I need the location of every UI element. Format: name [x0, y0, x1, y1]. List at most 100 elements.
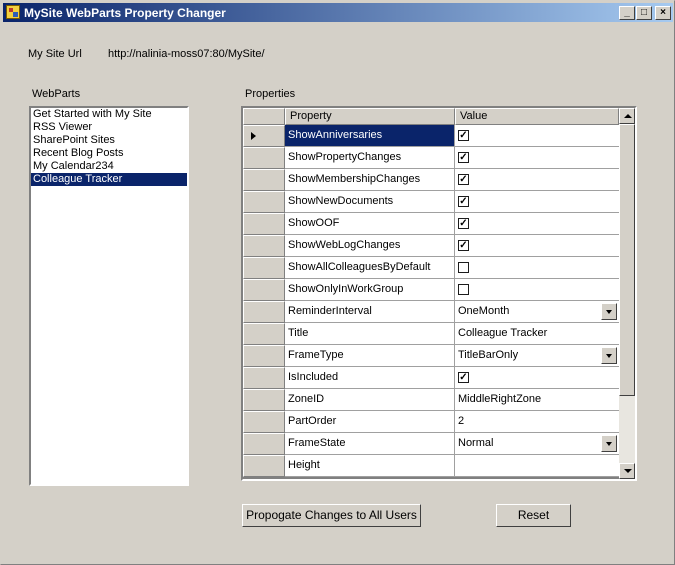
propagate-changes-button[interactable]: Propogate Changes to All Users [242, 504, 421, 527]
grid-row[interactable]: ShowPropertyChanges ✓ [243, 147, 619, 169]
row-header[interactable] [243, 433, 285, 455]
grid-row[interactable]: PartOrder 2 [243, 411, 619, 433]
grid-row[interactable]: FrameState Normal [243, 433, 619, 455]
property-name-cell[interactable]: ShowOOF [285, 213, 455, 235]
main-window: MySite WebParts Property Changer _ □ × M… [0, 0, 675, 565]
dropdown-arrow-icon[interactable] [601, 435, 617, 452]
value-checkbox[interactable]: ✓ [458, 218, 469, 229]
webpart-list-item[interactable]: My Calendar234 [31, 160, 187, 173]
property-value-checkbox-cell[interactable]: ✓ [455, 125, 619, 147]
property-value-text-cell[interactable]: 2 [455, 411, 619, 433]
value-checkbox[interactable]: ✓ [458, 130, 469, 141]
value-checkbox[interactable]: ✓ [458, 152, 469, 163]
grid-row[interactable]: ShowMembershipChanges ✓ [243, 169, 619, 191]
property-name-cell[interactable]: ShowMembershipChanges [285, 169, 455, 191]
property-value-dropdown-cell[interactable]: TitleBarOnly [455, 345, 619, 367]
scroll-up-button[interactable] [619, 108, 635, 124]
row-header[interactable] [243, 345, 285, 367]
properties-grid[interactable]: Property Value ShowAnniversaries ✓ ShowPro… [241, 106, 637, 481]
column-header-property[interactable]: Property [285, 108, 455, 125]
property-value-checkbox-cell[interactable]: ✓ [455, 235, 619, 257]
property-name-cell[interactable]: ReminderInterval [285, 301, 455, 323]
property-value-dropdown-cell[interactable]: Normal [455, 433, 619, 455]
scroll-thumb[interactable] [619, 124, 635, 396]
webparts-listbox[interactable]: Get Started with My Site RSS Viewer ShareP… [29, 106, 189, 486]
scroll-down-button[interactable] [619, 463, 635, 479]
row-header[interactable] [243, 125, 285, 147]
value-checkbox[interactable]: ✓ [458, 240, 469, 251]
grid-row[interactable]: IsIncluded ✓ [243, 367, 619, 389]
value-checkbox[interactable]: ✓ [458, 196, 469, 207]
value-checkbox[interactable]: ✓ [458, 174, 469, 185]
grid-row[interactable]: ZoneID MiddleRightZone [243, 389, 619, 411]
property-value-checkbox-cell[interactable]: ✓ [455, 169, 619, 191]
close-button[interactable]: × [655, 6, 671, 20]
row-header[interactable] [243, 147, 285, 169]
reset-button[interactable]: Reset [496, 504, 571, 527]
property-name-cell[interactable]: Title [285, 323, 455, 345]
property-name-cell[interactable]: ShowWebLogChanges [285, 235, 455, 257]
property-name-cell[interactable]: ShowAllColleaguesByDefault [285, 257, 455, 279]
webpart-list-item[interactable]: Colleague Tracker [31, 173, 187, 186]
grid-row[interactable]: ShowNewDocuments ✓ [243, 191, 619, 213]
property-name-cell[interactable]: FrameType [285, 345, 455, 367]
property-name-cell[interactable]: ZoneID [285, 389, 455, 411]
grid-row[interactable]: ShowWebLogChanges ✓ [243, 235, 619, 257]
minimize-button[interactable]: _ [619, 6, 635, 20]
row-header[interactable] [243, 389, 285, 411]
property-value-checkbox-cell[interactable]: ✓ [455, 367, 619, 389]
mysite-url-label: My Site Url [28, 48, 82, 60]
row-header[interactable] [243, 235, 285, 257]
property-value-checkbox-cell[interactable]: ✓ [455, 147, 619, 169]
grid-row[interactable]: ShowOnlyInWorkGroup [243, 279, 619, 301]
row-header[interactable] [243, 323, 285, 345]
grid-row[interactable]: ShowOOF ✓ [243, 213, 619, 235]
row-header[interactable] [243, 301, 285, 323]
property-name-cell[interactable]: ShowOnlyInWorkGroup [285, 279, 455, 301]
grid-vertical-scrollbar[interactable] [619, 108, 635, 479]
row-header[interactable] [243, 279, 285, 301]
property-value-text-cell[interactable]: Colleague Tracker [455, 323, 619, 345]
property-name-cell[interactable]: IsIncluded [285, 367, 455, 389]
grid-row[interactable]: ShowAllColleaguesByDefault [243, 257, 619, 279]
title-bar[interactable]: MySite WebParts Property Changer _ □ × [3, 3, 673, 22]
app-icon[interactable] [6, 5, 20, 19]
property-value-checkbox-cell[interactable]: ✓ [455, 213, 619, 235]
row-header[interactable] [243, 213, 285, 235]
property-value-checkbox-cell[interactable]: ✓ [455, 191, 619, 213]
property-value-text-cell[interactable] [455, 455, 619, 477]
property-value-checkbox-cell[interactable] [455, 257, 619, 279]
property-value-dropdown-cell[interactable]: OneMonth [455, 301, 619, 323]
webpart-list-item[interactable]: SharePoint Sites [31, 134, 187, 147]
webpart-list-item[interactable]: Get Started with My Site [31, 108, 187, 121]
row-header[interactable] [243, 455, 285, 477]
property-name-cell[interactable]: ShowAnniversaries [285, 125, 455, 147]
row-header[interactable] [243, 367, 285, 389]
property-name-cell[interactable]: ShowPropertyChanges [285, 147, 455, 169]
dropdown-arrow-icon[interactable] [601, 303, 617, 320]
grid-row[interactable]: Title Colleague Tracker [243, 323, 619, 345]
grid-row[interactable]: FrameType TitleBarOnly [243, 345, 619, 367]
property-value-checkbox-cell[interactable] [455, 279, 619, 301]
property-name-cell[interactable]: Height [285, 455, 455, 477]
row-header[interactable] [243, 411, 285, 433]
grid-row[interactable]: Height [243, 455, 619, 477]
property-name-cell[interactable]: ShowNewDocuments [285, 191, 455, 213]
value-checkbox[interactable] [458, 262, 469, 273]
row-header[interactable] [243, 169, 285, 191]
value-checkbox[interactable]: ✓ [458, 372, 469, 383]
row-header[interactable] [243, 191, 285, 213]
grid-body: Property Value ShowAnniversaries ✓ ShowPro… [243, 108, 619, 479]
column-header-value[interactable]: Value [455, 108, 619, 125]
value-checkbox[interactable] [458, 284, 469, 295]
property-value-text-cell[interactable]: MiddleRightZone [455, 389, 619, 411]
row-header[interactable] [243, 257, 285, 279]
property-name-cell[interactable]: PartOrder [285, 411, 455, 433]
webpart-list-item[interactable]: RSS Viewer [31, 121, 187, 134]
grid-row[interactable]: ShowAnniversaries ✓ [243, 125, 619, 147]
property-name-cell[interactable]: FrameState [285, 433, 455, 455]
grid-row[interactable]: ReminderInterval OneMonth [243, 301, 619, 323]
dropdown-arrow-icon[interactable] [601, 347, 617, 364]
webpart-list-item[interactable]: Recent Blog Posts [31, 147, 187, 160]
maximize-button[interactable]: □ [636, 6, 652, 20]
